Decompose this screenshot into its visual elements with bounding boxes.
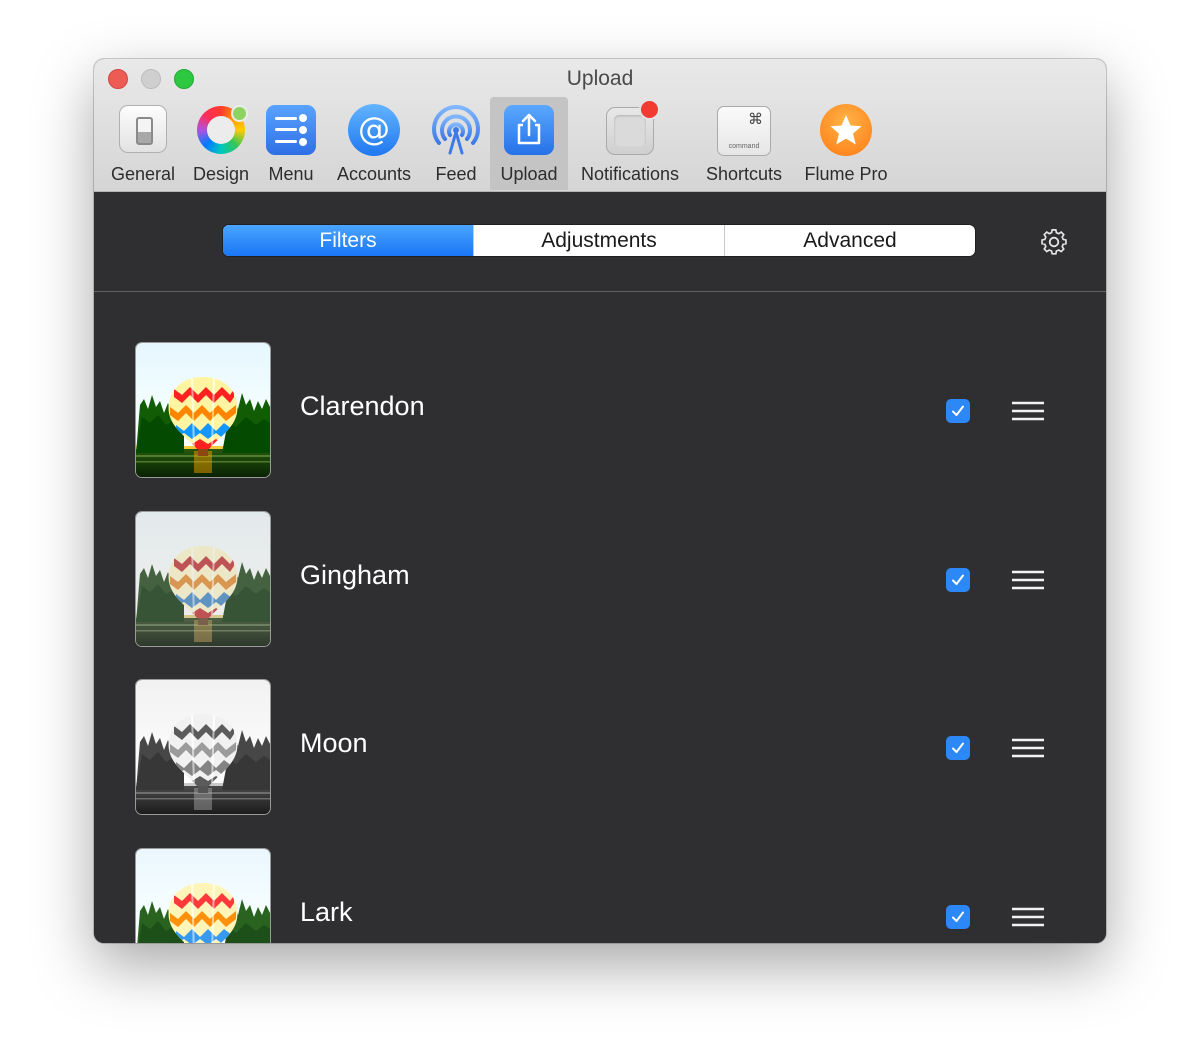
drag-handle-icon[interactable] — [1012, 738, 1044, 758]
color-wheel-icon — [194, 103, 248, 157]
toolbar-item-label: Upload — [500, 164, 558, 184]
filter-thumbnail — [136, 849, 270, 943]
drag-handle-icon[interactable] — [1012, 401, 1044, 421]
toolbar-item-label: Accounts — [336, 164, 412, 184]
checkmark-icon — [952, 405, 964, 416]
window-title: Upload — [566, 67, 634, 90]
toolbar-item-menu[interactable]: Menu — [260, 97, 322, 190]
upload-pane: Filters Adjustments Advanced Clarendon G… — [94, 192, 1106, 943]
toolbar-item-label: Notifications — [580, 164, 680, 184]
filter-name: Moon — [300, 728, 368, 758]
toolbar: Upload General Design Menu @ Accounts Fe… — [94, 59, 1106, 192]
toolbar-item-general[interactable]: General — [104, 97, 182, 190]
filter-thumbnail — [136, 680, 270, 814]
toolbar-item-notifications[interactable]: Notifications — [572, 97, 688, 190]
drag-handle-icon[interactable] — [1012, 570, 1044, 590]
upload-icon — [502, 103, 556, 157]
filter-row-moon[interactable]: Moon — [94, 680, 1106, 816]
filter-row-clarendon[interactable]: Clarendon — [94, 343, 1106, 479]
checkmark-icon — [952, 911, 964, 922]
checkmark-icon — [952, 574, 964, 585]
segmented-control: Filters Adjustments Advanced — [223, 225, 975, 256]
tab-filters[interactable]: Filters — [223, 225, 473, 256]
filter-name: Clarendon — [300, 391, 425, 421]
preferences-window: Upload General Design Menu @ Accounts Fe… — [94, 59, 1106, 943]
toolbar-item-label: Menu — [268, 164, 314, 184]
feed-icon — [429, 103, 483, 157]
toolbar-item-upload[interactable]: Upload — [490, 97, 568, 190]
at-sign-icon: @ — [347, 103, 401, 157]
toolbar-item-label: Flume Pro — [804, 164, 888, 184]
filter-thumbnail — [136, 512, 270, 646]
toolbar-item-feed[interactable]: Feed — [424, 97, 488, 190]
filter-enabled-checkbox[interactable] — [946, 399, 970, 423]
toolbar-item-label: General — [110, 164, 176, 184]
filter-thumbnail — [136, 343, 270, 477]
toolbar-item-design[interactable]: Design — [186, 97, 256, 190]
toolbar-item-label: Shortcuts — [705, 164, 783, 184]
filter-row-lark[interactable]: Lark — [94, 849, 1106, 943]
notification-badge — [639, 99, 660, 120]
toolbar-item-flume-pro[interactable]: Flume Pro — [796, 97, 896, 190]
checkmark-icon — [952, 742, 964, 753]
star-icon — [819, 103, 873, 157]
general-icon — [116, 103, 170, 157]
command-key-icon: ⌘ command — [717, 103, 771, 157]
filter-name: Lark — [300, 897, 353, 927]
menu-icon — [264, 103, 318, 157]
divider — [94, 291, 1106, 292]
toolbar-item-label: Design — [192, 164, 250, 184]
gear-icon[interactable] — [1040, 228, 1068, 256]
filter-enabled-checkbox[interactable] — [946, 736, 970, 760]
toolbar-item-shortcuts[interactable]: ⌘ command Shortcuts — [698, 97, 790, 190]
toolbar-item-accounts[interactable]: @ Accounts — [328, 97, 420, 190]
tab-advanced[interactable]: Advanced — [724, 225, 975, 256]
tab-adjustments[interactable]: Adjustments — [473, 225, 724, 256]
filter-enabled-checkbox[interactable] — [946, 568, 970, 592]
drag-handle-icon[interactable] — [1012, 907, 1044, 927]
notifications-icon — [603, 99, 660, 157]
filter-enabled-checkbox[interactable] — [946, 905, 970, 929]
toolbar-item-label: Feed — [435, 164, 477, 184]
filter-name: Gingham — [300, 560, 410, 590]
filter-row-gingham[interactable]: Gingham — [94, 512, 1106, 648]
